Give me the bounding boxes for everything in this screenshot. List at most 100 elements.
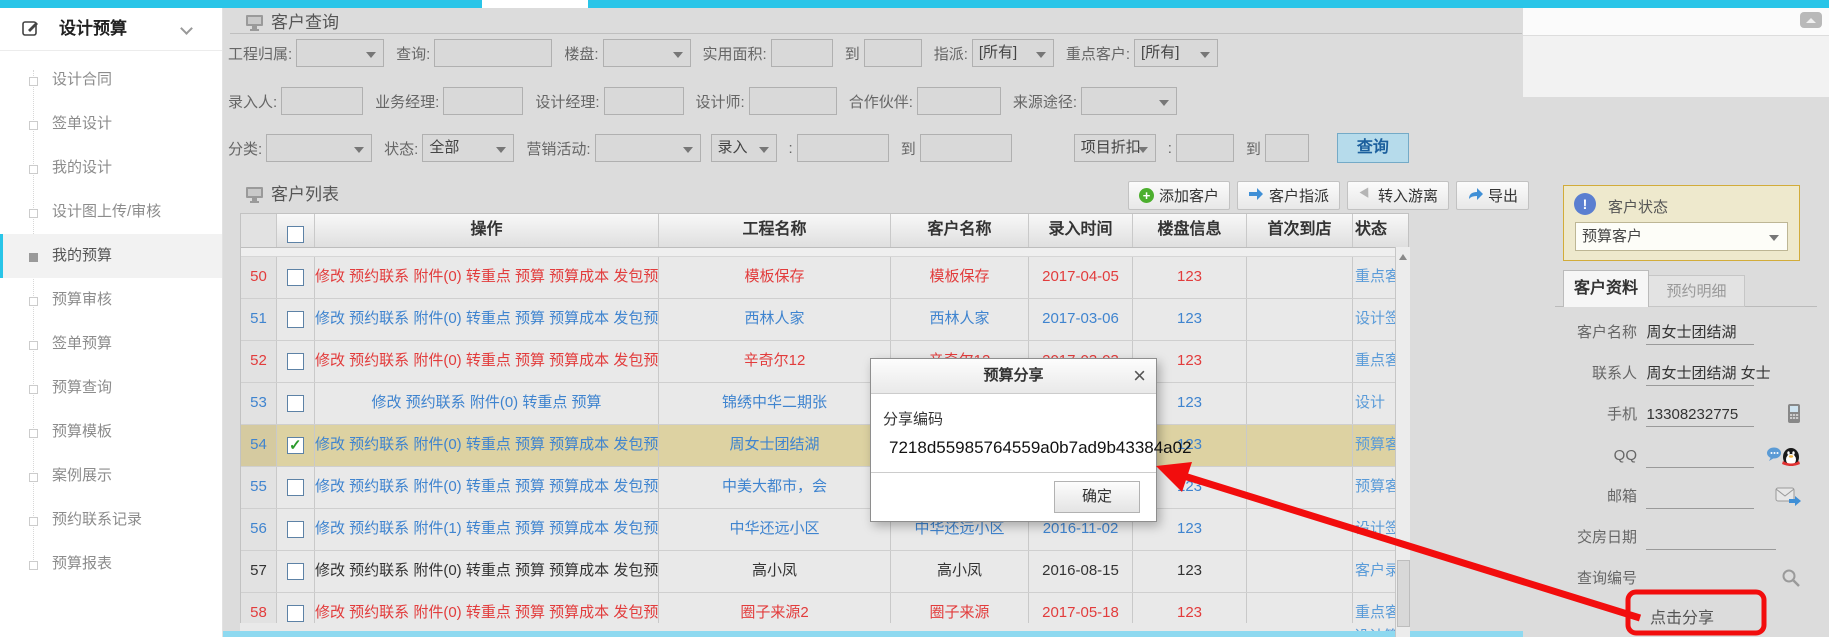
row-operation-links[interactable]: 修改 预约联系 附件(0) 转重点 预算 预算成本 发包预算 [315, 551, 659, 592]
biz-manager-input[interactable] [443, 87, 523, 115]
to-free-button[interactable]: 转入游离 [1347, 181, 1449, 210]
assign-select[interactable]: [所有] [972, 39, 1054, 67]
scrollbar-thumb[interactable] [1397, 560, 1410, 627]
row-checkbox[interactable] [277, 509, 315, 550]
customer-status-select[interactable]: 预算客户 [1575, 222, 1788, 251]
vip-select[interactable]: [所有] [1134, 39, 1218, 67]
project-name-cell[interactable]: 模板保存 [659, 257, 891, 298]
sidebar-item[interactable]: 我的预算 [0, 234, 222, 278]
phone-icon[interactable] [1787, 404, 1801, 429]
search-input[interactable] [434, 39, 552, 67]
entry-person-input[interactable] [281, 87, 363, 115]
discount-select[interactable]: 项目折扣 [1074, 134, 1156, 162]
qq-icon[interactable] [1767, 445, 1801, 472]
table-row: 53 修改 预约联系 附件(0) 转重点 预算 锦绣中华二期张 123 设计 [241, 383, 1408, 425]
sidebar-item[interactable]: 预算审核 [0, 278, 222, 322]
project-name-cell[interactable]: 辛奇尔12 [659, 341, 891, 382]
collapse-panel-button[interactable] [1800, 12, 1822, 28]
row-checkbox[interactable] [277, 383, 315, 424]
row-checkbox[interactable] [277, 341, 315, 382]
source-select[interactable] [1081, 87, 1177, 115]
row-operation-links[interactable]: 修改 预约联系 附件(0) 转重点 预算 预算成本 发包预算 [315, 299, 659, 340]
row-number: 53 [241, 383, 277, 424]
area-from-input[interactable] [771, 39, 833, 67]
qq-value[interactable] [1646, 445, 1754, 468]
sidebar-item[interactable]: 案例展示 [0, 454, 222, 498]
date-from-input[interactable] [797, 134, 889, 162]
checkbox-icon [287, 311, 304, 328]
project-name-cell[interactable]: 中美大都市，会 [659, 467, 891, 508]
contact-value[interactable]: 周女士团结湖 女士 [1646, 363, 1754, 386]
campaign-select[interactable] [595, 134, 701, 162]
filter-row-2: 录入人: 业务经理: 设计经理: 设计师: 合作伙伴: 来源途径: [228, 87, 1177, 115]
tab-appointment-detail[interactable]: 预约明细 [1649, 275, 1745, 307]
sidebar-item[interactable]: 设计合同 [0, 58, 222, 102]
row-checkbox[interactable] [277, 467, 315, 508]
sidebar-item[interactable]: 签单设计 [0, 102, 222, 146]
header-select-all-checkbox[interactable] [277, 214, 315, 247]
row-checkbox[interactable] [277, 551, 315, 592]
discount-from-input[interactable] [1176, 134, 1234, 162]
project-owner-select[interactable] [296, 39, 384, 67]
delivery-date-value[interactable] [1646, 527, 1776, 550]
customer-name-label: 客户名称 [1557, 322, 1637, 344]
category-select[interactable] [266, 134, 372, 162]
row-operation-links[interactable]: 修改 预约联系 附件(0) 转重点 预算 预算成本 发包预算 [315, 425, 659, 466]
design-manager-input[interactable] [604, 87, 684, 115]
email-value[interactable] [1646, 486, 1754, 509]
status-cell: 客户录 [1353, 551, 1396, 592]
partner-input[interactable] [917, 87, 1001, 115]
date-to-input[interactable] [920, 134, 1012, 162]
biz-manager-label: 业务经理: [375, 91, 439, 112]
sidebar-item[interactable]: 预算模板 [0, 410, 222, 454]
row-checkbox[interactable] [277, 425, 315, 466]
mobile-value[interactable]: 13308232775 [1646, 404, 1754, 427]
row-operation-links[interactable]: 修改 预约联系 附件(1) 转重点 预算 预算成本 发包预算 [315, 509, 659, 550]
area-to-input[interactable] [864, 39, 922, 67]
project-name-cell[interactable]: 西林人家 [659, 299, 891, 340]
discount-to-input[interactable] [1265, 134, 1309, 162]
customer-name-value[interactable]: 周女士团结湖 [1646, 322, 1754, 345]
export-button[interactable]: 导出 [1456, 181, 1529, 210]
sidebar-root-item[interactable]: 设计预算 [0, 8, 222, 51]
first-visit-cell [1247, 341, 1353, 382]
sidebar-item[interactable]: 预算报表 [0, 542, 222, 586]
add-customer-button[interactable]: + 添加客户 [1128, 181, 1230, 210]
project-name-cell[interactable]: 中华还远小区 [659, 509, 891, 550]
search-icon[interactable] [1781, 568, 1801, 593]
sidebar-item[interactable]: 预约联系记录 [0, 498, 222, 542]
project-name-cell[interactable]: 高小凤 [659, 551, 891, 592]
designer-input[interactable] [749, 87, 837, 115]
row-operation-links[interactable]: 修改 预约联系 附件(0) 转重点 预算 预算成本 发包预算 [315, 341, 659, 382]
first-visit-cell [1247, 551, 1353, 592]
project-name-cell[interactable]: 周女士团结湖 [659, 425, 891, 466]
scroll-up-icon[interactable] [1397, 250, 1408, 264]
campaign-label: 营销活动: [526, 138, 590, 159]
sidebar-item[interactable]: 预算查询 [0, 366, 222, 410]
row-checkbox[interactable] [277, 257, 315, 298]
sidebar-item[interactable]: 我的设计 [0, 146, 222, 190]
assign-customer-button[interactable]: 客户指派 [1237, 181, 1340, 210]
project-name-cell[interactable]: 锦绣中华二期张 [659, 383, 891, 424]
row-operation-links[interactable]: 修改 预约联系 附件(0) 转重点 预算 预算成本 发包预算 [315, 257, 659, 298]
header-operations: 操作 [315, 214, 659, 247]
assign-label: 指派: [934, 43, 968, 64]
sidebar-item[interactable]: 签单预算 [0, 322, 222, 366]
building-select[interactable] [603, 39, 691, 67]
top-right-strip [1523, 8, 1829, 36]
date-type-select[interactable]: 录入 [711, 134, 777, 162]
mail-forward-icon[interactable] [1775, 486, 1801, 511]
ok-button[interactable]: 确定 [1054, 481, 1140, 513]
query-number-value[interactable] [1646, 568, 1754, 591]
query-button[interactable]: 查询 [1337, 133, 1409, 163]
state-select[interactable]: 全部 [422, 134, 514, 162]
close-icon[interactable]: × [1133, 362, 1146, 390]
row-checkbox[interactable] [277, 299, 315, 340]
click-to-share-link[interactable]: 点击分享 [1650, 604, 1714, 628]
table-scrollbar[interactable] [1395, 247, 1410, 637]
tab-customer-info[interactable]: 客户资料 [1563, 270, 1649, 307]
row-operation-links[interactable]: 修改 预约联系 附件(0) 转重点 预算 预算成本 发包预算 [315, 467, 659, 508]
sidebar-item[interactable]: 设计图上传/审核 [0, 190, 222, 234]
row-operation-links[interactable]: 修改 预约联系 附件(0) 转重点 预算 [315, 383, 659, 424]
bullet-icon [29, 429, 38, 438]
